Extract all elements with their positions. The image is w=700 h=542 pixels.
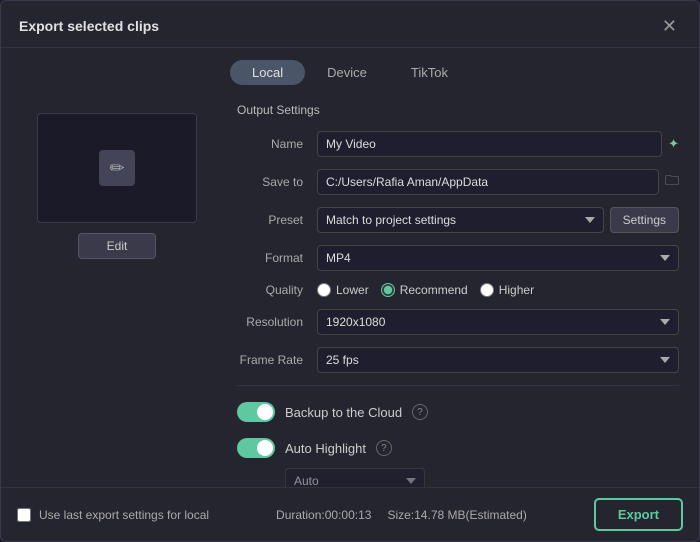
preset-label: Preset xyxy=(237,213,317,227)
settings-button[interactable]: Settings xyxy=(610,207,679,233)
tab-local[interactable]: Local xyxy=(230,60,305,85)
export-dialog: Export selected clips ✕ Local Device Tik… xyxy=(0,0,700,542)
left-panel: ✏ Edit xyxy=(17,103,217,487)
format-select[interactable]: MP4 xyxy=(317,245,679,271)
quality-recommend-label: Recommend xyxy=(400,283,468,297)
frame-rate-row: Frame Rate 25 fps xyxy=(237,347,679,373)
auto-select[interactable]: Auto xyxy=(285,468,425,487)
format-label: Format xyxy=(237,251,317,265)
dialog-title: Export selected clips xyxy=(19,18,159,34)
size-label: Size:14.78 MB(Estimated) xyxy=(387,508,526,522)
tab-bar: Local Device TikTok xyxy=(1,48,699,93)
auto-highlight-toggle[interactable] xyxy=(237,438,275,458)
auto-highlight-label: Auto Highlight xyxy=(285,441,366,456)
content-area: ✏ Edit Output Settings Name ✦ Save to 🗀 xyxy=(1,93,699,487)
preset-input-row: Match to project settings Settings xyxy=(317,207,679,233)
name-input-row: ✦ xyxy=(317,131,679,157)
edit-button[interactable]: Edit xyxy=(78,233,157,259)
quality-label: Quality xyxy=(237,283,317,297)
tab-tiktok[interactable]: TikTok xyxy=(389,60,470,85)
save-to-label: Save to xyxy=(237,175,317,189)
backup-help-icon[interactable]: ? xyxy=(412,404,428,420)
resolution-row: Resolution 1920x1080 xyxy=(237,309,679,335)
quality-lower-label: Lower xyxy=(336,283,369,297)
folder-icon[interactable]: 🗀 xyxy=(665,170,679,194)
use-last-settings-label: Use last export settings for local xyxy=(39,508,209,522)
auto-highlight-help-icon[interactable]: ? xyxy=(376,440,392,456)
pencil-icon: ✏ xyxy=(99,150,135,186)
backup-cloud-row: Backup to the Cloud ? xyxy=(237,398,679,426)
save-to-row: Save to 🗀 xyxy=(237,169,679,195)
quality-options: Lower Recommend Higher xyxy=(317,283,679,297)
save-to-input-row: 🗀 xyxy=(317,169,679,195)
footer-info: Duration:00:00:13 Size:14.78 MB(Estimate… xyxy=(276,508,527,522)
dialog-header: Export selected clips ✕ xyxy=(1,1,699,48)
duration-label: Duration:00:00:13 xyxy=(276,508,371,522)
preview-thumbnail: ✏ xyxy=(37,113,197,223)
footer-left: Use last export settings for local xyxy=(17,508,209,522)
save-to-input[interactable] xyxy=(317,169,659,195)
resolution-select[interactable]: 1920x1080 xyxy=(317,309,679,335)
name-input[interactable] xyxy=(317,131,662,157)
auto-highlight-row: Auto Highlight ? xyxy=(237,434,679,462)
name-row: Name ✦ xyxy=(237,131,679,157)
close-button[interactable]: ✕ xyxy=(658,15,681,37)
quality-higher-label: Higher xyxy=(499,283,534,297)
resolution-label: Resolution xyxy=(237,315,317,329)
divider xyxy=(237,385,679,386)
tab-device[interactable]: Device xyxy=(305,60,389,85)
format-row: Format MP4 xyxy=(237,245,679,271)
footer: Use last export settings for local Durat… xyxy=(1,487,699,541)
auto-select-row: Auto xyxy=(285,468,679,487)
export-button[interactable]: Export xyxy=(594,498,683,531)
quality-lower[interactable]: Lower xyxy=(317,283,369,297)
backup-cloud-label: Backup to the Cloud xyxy=(285,405,402,420)
frame-rate-label: Frame Rate xyxy=(237,353,317,367)
ai-icon[interactable]: ✦ xyxy=(668,136,679,152)
name-label: Name xyxy=(237,137,317,151)
quality-row: Quality Lower Recommend Higher xyxy=(237,283,679,297)
preset-row: Preset Match to project settings Setting… xyxy=(237,207,679,233)
right-panel: Output Settings Name ✦ Save to 🗀 Prese xyxy=(217,103,683,487)
backup-cloud-toggle[interactable] xyxy=(237,402,275,422)
quality-higher[interactable]: Higher xyxy=(480,283,534,297)
frame-rate-select[interactable]: 25 fps xyxy=(317,347,679,373)
section-title: Output Settings xyxy=(237,103,679,117)
quality-recommend[interactable]: Recommend xyxy=(381,283,468,297)
preset-select[interactable]: Match to project settings xyxy=(317,207,604,233)
use-last-settings-checkbox[interactable] xyxy=(17,508,31,522)
